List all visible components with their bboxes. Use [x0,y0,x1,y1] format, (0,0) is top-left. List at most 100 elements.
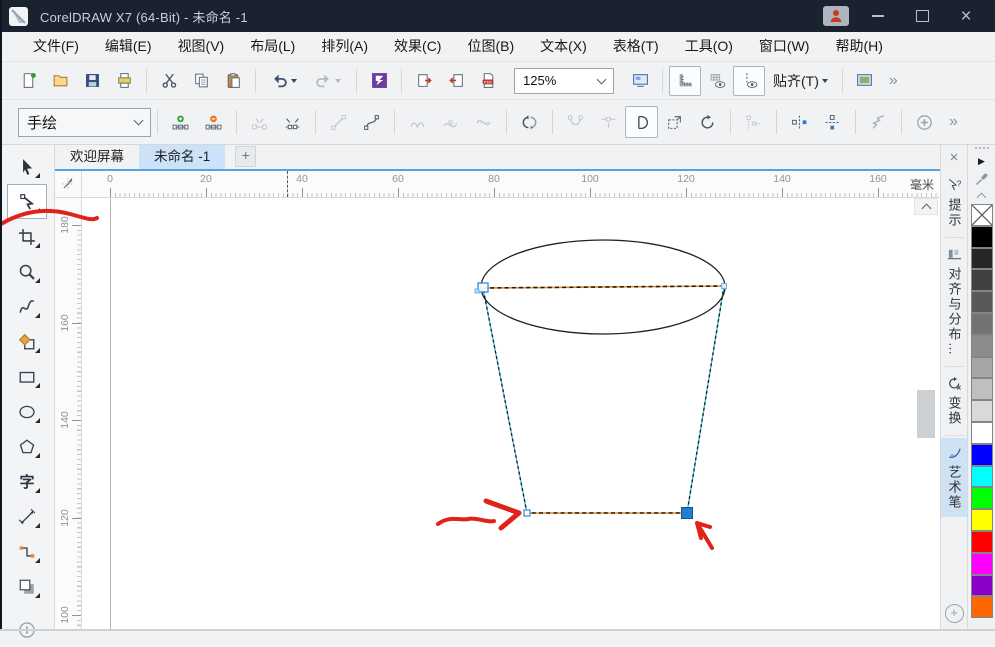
close-curve-button[interactable] [625,106,658,138]
document-tab[interactable]: 欢迎屏幕 [55,145,139,169]
menu-item[interactable]: 文本(X) [527,32,600,61]
docker-add-button[interactable]: + [945,604,964,623]
horizontal-ruler[interactable]: 毫米 020406080100120140160 [82,171,940,198]
palette-swatch-8a00c8[interactable] [971,575,993,597]
docker-tab-hint[interactable]: ?提示 [941,171,967,235]
copy-button[interactable] [185,66,217,96]
publish-to-pdf-button[interactable]: PDF [472,66,504,96]
parallel-dimension-tool[interactable] [7,499,47,534]
align-nodes-button[interactable] [737,106,770,138]
extend-curve-to-close-button[interactable] [559,106,592,138]
reverse-direction-button[interactable] [513,106,546,138]
text-tool[interactable]: 字 [7,464,47,499]
menu-item[interactable]: 位图(B) [454,32,527,61]
palette-swatch-a6a6a6[interactable] [971,357,993,379]
menu-item[interactable]: 布局(L) [237,32,308,61]
open-document-button[interactable] [44,66,76,96]
extract-subpath-button[interactable] [592,106,625,138]
palette-swatch-262626[interactable] [971,248,993,270]
eyedropper-icon[interactable] [974,170,990,188]
convert-to-curve-button[interactable] [355,106,388,138]
vertical-reflect-nodes-button[interactable] [816,106,849,138]
new-document-button[interactable] [12,66,44,96]
symmetrical-node-button[interactable] [467,106,500,138]
elastic-mode-button[interactable] [862,106,895,138]
palette-swatch-none[interactable] [971,204,993,226]
palette-swatch-737373[interactable] [971,313,993,335]
close-button[interactable]: × [951,5,981,27]
menu-item[interactable]: 工具(O) [672,32,746,61]
rotate-skew-nodes-button[interactable] [691,106,724,138]
show-guidelines-button[interactable] [733,66,765,96]
full-screen-preview-button[interactable] [624,66,656,96]
docker-close-button[interactable]: × [950,150,959,165]
menu-item[interactable]: 排列(A) [308,32,381,61]
menu-item[interactable]: 视图(V) [165,32,238,61]
horizontal-reflect-nodes-button[interactable] [783,106,816,138]
delete-node-button[interactable] [197,106,230,138]
convert-to-line-button[interactable] [322,106,355,138]
palette-swatch-ff0000[interactable] [971,531,993,553]
rectangle-tool[interactable] [7,359,47,394]
shape-tool[interactable] [7,184,47,219]
scroll-up-button[interactable] [914,198,938,215]
palette-drag-handle[interactable] [975,147,989,151]
palette-swatch-d9d9d9[interactable] [971,400,993,422]
ellipse-tool[interactable] [7,394,47,429]
menu-item[interactable]: 编辑(E) [92,32,165,61]
preset-combo[interactable]: 手绘 [18,108,151,137]
minimize-button[interactable] [863,5,893,27]
freehand-tool[interactable] [7,289,47,324]
redo-button[interactable] [306,66,350,96]
save-document-button[interactable] [76,66,108,96]
pick-tool[interactable] [7,149,47,184]
palette-swatch-ffffff[interactable] [971,422,993,444]
ruler-origin[interactable] [55,171,82,198]
palette-swatch-bfbfbf[interactable] [971,378,993,400]
show-rulers-button[interactable] [669,66,701,96]
menu-item[interactable]: 窗口(W) [746,32,823,61]
straight-line-connector-tool[interactable] [7,534,47,569]
menu-item[interactable]: 效果(C) [381,32,454,61]
add-node-button[interactable] [164,106,197,138]
drop-shadow-tool[interactable] [7,569,47,604]
palette-swatch-ff6600[interactable] [971,596,993,618]
export-button[interactable] [440,66,472,96]
crop-tool[interactable] [7,219,47,254]
new-tab-button[interactable]: + [235,146,256,167]
maximize-button[interactable] [907,5,937,27]
palette-swatch-ff00ff[interactable] [971,553,993,575]
palette-swatch-0000ff[interactable] [971,444,993,466]
docker-tab-artistic-media[interactable]: 艺术笔 [941,438,967,517]
break-curve-button[interactable] [276,106,309,138]
drawing-canvas[interactable] [82,198,940,631]
docker-tab-transform[interactable]: 变换 [941,369,967,433]
document-tab-active[interactable]: 未命名 -1 [139,145,225,169]
zoom-tool[interactable] [7,254,47,289]
print-button[interactable] [108,66,140,96]
palette-flyout-icon[interactable]: ▶ [978,156,985,167]
application-launcher-button[interactable] [363,66,395,96]
smart-fill-tool[interactable] [7,324,47,359]
palette-swatch-404040[interactable] [971,269,993,291]
curve-smoothness-button[interactable] [908,106,941,138]
menu-item[interactable]: 表格(T) [600,32,672,61]
select-all-nodes-button[interactable] [658,106,691,138]
palette-swatch-ffff00[interactable] [971,509,993,531]
palette-swatch-000000[interactable] [971,226,993,248]
paste-button[interactable] [217,66,249,96]
undo-button[interactable] [262,66,306,96]
options-button[interactable] [849,66,881,96]
zoom-level-combo[interactable]: 125% [514,68,614,94]
scrollbar-thumb[interactable] [917,390,935,438]
property-bar-overflow-button[interactable]: » [941,113,966,131]
docker-tab-align[interactable]: 对齐与分布… [941,240,967,364]
account-icon[interactable] [823,6,849,26]
polygon-tool[interactable] [7,429,47,464]
join-two-nodes-button[interactable] [243,106,276,138]
palette-swatch-00ffff[interactable] [971,466,993,488]
show-grid-button[interactable] [701,66,733,96]
cut-button[interactable] [153,66,185,96]
cusp-node-button[interactable] [401,106,434,138]
toolbar-overflow-button[interactable]: » [881,72,906,90]
